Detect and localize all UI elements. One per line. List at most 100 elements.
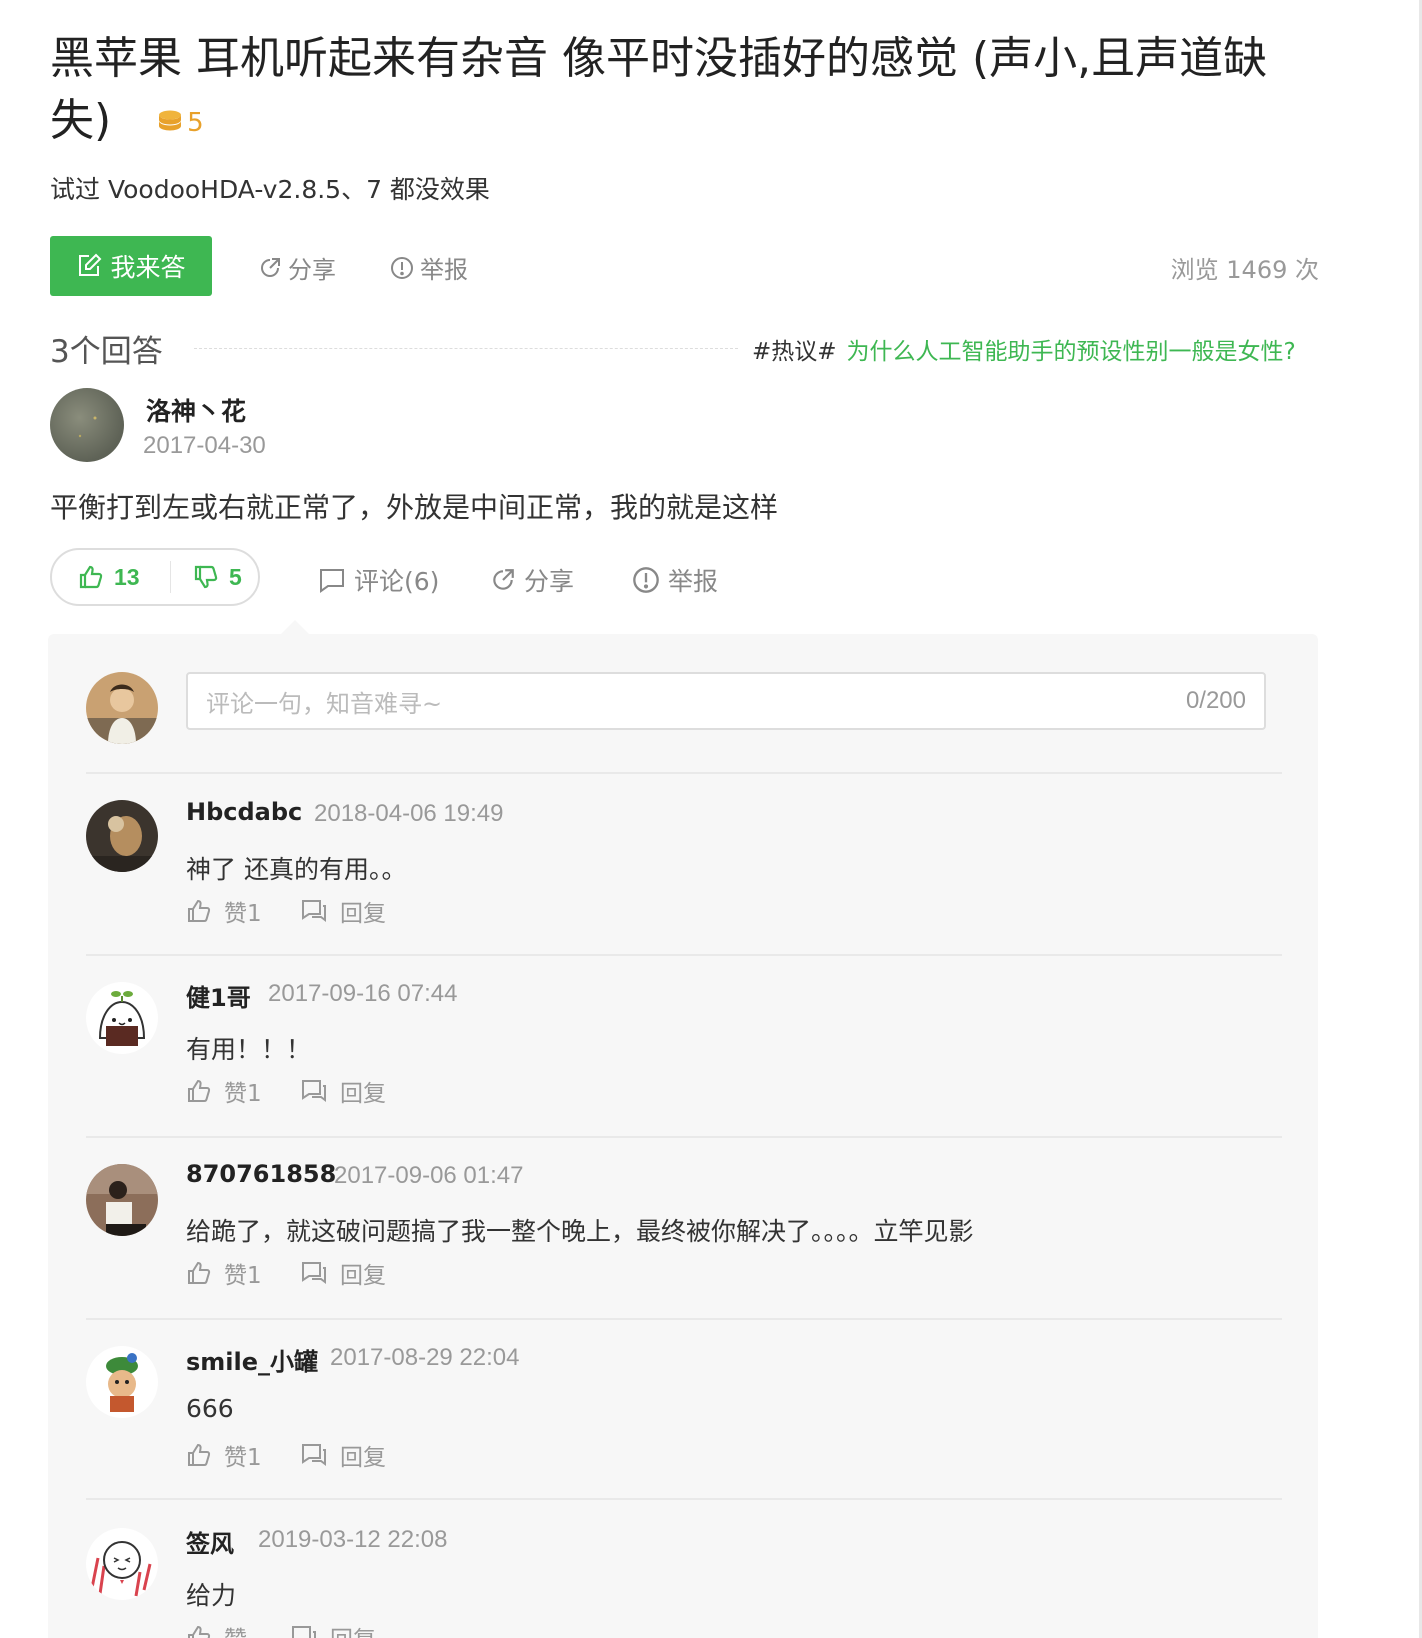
- comment-like-button[interactable]: 赞1: [186, 1074, 262, 1108]
- header-divider: [194, 348, 738, 349]
- answer-author-avatar[interactable]: [50, 388, 124, 462]
- upvote-button[interactable]: 13: [52, 564, 170, 591]
- answer-author-name[interactable]: 洛神丶花: [146, 392, 246, 428]
- share-icon: [261, 257, 280, 277]
- like-label: 赞1: [224, 1081, 262, 1107]
- report-label: 举报: [668, 567, 719, 596]
- hot-tag: #热议#: [752, 339, 837, 365]
- downvote-button[interactable]: 5: [171, 564, 242, 591]
- reply-icon: [302, 1080, 326, 1102]
- comment-text: 给力: [186, 1581, 237, 1610]
- current-user-avatar: [86, 672, 158, 744]
- hot-topic[interactable]: #热议# 为什么人工智能助手的预设性别一般是女性?: [752, 332, 1296, 366]
- reply-icon: [302, 900, 326, 922]
- answer-date: 2017-04-30: [143, 432, 266, 459]
- reply-icon: [292, 1626, 316, 1638]
- comment-author[interactable]: smile_小罐: [186, 1342, 318, 1377]
- comment-text: 666: [186, 1394, 234, 1423]
- answer-body: 平衡打到左或右就正常了，外放是中间正常，我的就是这样: [50, 491, 779, 524]
- comment-divider: [86, 772, 1282, 774]
- share-label: 分享: [288, 256, 336, 284]
- thumbs-up-icon: [188, 899, 211, 922]
- vote-control: 13 5: [50, 548, 260, 606]
- reply-label: 回复: [340, 1263, 386, 1289]
- comment-icon: [320, 569, 344, 593]
- coin-icon: [159, 110, 182, 131]
- reply-label: 回复: [340, 1445, 386, 1471]
- reward-badge: 5: [157, 92, 204, 154]
- question-description: 试过 VoodooHDA-v2.8.5、7 都没效果: [50, 175, 490, 204]
- answer-share-button[interactable]: 分享: [490, 562, 574, 598]
- comment-divider: [86, 954, 1282, 956]
- like-label: 赞1: [224, 1263, 262, 1289]
- comments-button[interactable]: 评论(6): [318, 562, 439, 598]
- view-count: 浏览 1469 次: [1170, 256, 1319, 284]
- comment-like-button[interactable]: 赞: [186, 1620, 247, 1638]
- question-share-button[interactable]: 分享: [258, 250, 336, 285]
- question-title-text: 黑苹果 耳机听起来有杂音 像平时没插好的感觉 (声小,且声道缺失): [50, 33, 1268, 146]
- comment-like-button[interactable]: 赞1: [186, 1256, 262, 1290]
- thumbs-up-icon: [188, 1443, 211, 1466]
- thumbs-up-icon: [188, 1625, 211, 1638]
- edit-icon: [79, 253, 102, 276]
- downvote-count: 5: [229, 563, 242, 590]
- hot-topic-link[interactable]: 为什么人工智能助手的预设性别一般是女性?: [847, 339, 1296, 365]
- comment-text: 神了 还真的有用。。: [186, 855, 407, 884]
- upvote-count: 13: [114, 563, 140, 590]
- comment-divider: [86, 1136, 1282, 1138]
- panel-caret: [281, 620, 309, 634]
- like-label: 赞1: [224, 1445, 262, 1471]
- like-label: 赞: [224, 1620, 247, 1638]
- question-report-button[interactable]: 举报: [390, 250, 468, 285]
- reply-label: 回复: [340, 1081, 386, 1107]
- comment-author[interactable]: 870761858: [186, 1160, 336, 1188]
- report-icon: [391, 256, 413, 279]
- answer-report-button[interactable]: 举报: [632, 562, 718, 598]
- comment-input[interactable]: 评论一句，知音难寻~ 0/200: [186, 672, 1266, 730]
- comment-like-button[interactable]: 赞1: [186, 894, 262, 928]
- thumbs-down-icon: [194, 565, 218, 589]
- comment-author[interactable]: 签风: [186, 1524, 234, 1559]
- thumbs-up-icon: [79, 565, 103, 589]
- comment-placeholder: 评论一句，知音难寻~: [206, 689, 443, 718]
- comment-avatar[interactable]: [86, 1346, 158, 1418]
- reply-icon: [302, 1262, 326, 1284]
- comment-divider: [86, 1318, 1282, 1320]
- comment-reply-button[interactable]: 回复: [300, 1256, 386, 1290]
- comment-text: 给跪了，就这破问题搞了我一整个晚上，最终被你解决了。。。。立竿见影: [186, 1217, 974, 1246]
- comment-char-counter: 0/200: [1185, 687, 1246, 714]
- share-icon: [493, 569, 514, 590]
- question-title: 黑苹果 耳机听起来有杂音 像平时没插好的感觉 (声小,且声道缺失) 5: [50, 28, 1290, 154]
- comment-reply-button[interactable]: 回复: [300, 1438, 386, 1472]
- comment-avatar[interactable]: [86, 800, 158, 872]
- comment-author[interactable]: Hbcdabc: [186, 798, 302, 826]
- report-label: 举报: [420, 256, 468, 284]
- reply-label: 回复: [340, 901, 386, 927]
- comment-text: 有用！！！: [186, 1035, 312, 1064]
- comment-avatar[interactable]: [86, 982, 158, 1054]
- thumbs-up-icon: [188, 1261, 211, 1284]
- comment-time: 2018-04-06 19:49: [314, 800, 504, 827]
- answer-button[interactable]: 我来答: [50, 236, 212, 296]
- thumbs-up-icon: [188, 1079, 211, 1102]
- comment-time: 2017-09-16 07:44: [268, 980, 458, 1007]
- comments-label: 评论(6): [354, 567, 440, 596]
- comment-like-button[interactable]: 赞1: [186, 1438, 262, 1472]
- answer-button-label: 我来答: [110, 253, 186, 282]
- like-label: 赞1: [224, 901, 262, 927]
- comment-avatar[interactable]: [86, 1528, 158, 1600]
- reward-amount: 5: [187, 108, 204, 138]
- reply-icon: [302, 1444, 326, 1466]
- comment-time: 2017-08-29 22:04: [330, 1344, 520, 1371]
- comment-time: 2019-03-12 22:08: [258, 1526, 448, 1553]
- comment-time: 2017-09-06 01:47: [334, 1162, 524, 1189]
- comment-divider: [86, 1498, 1282, 1500]
- comment-author[interactable]: 健1哥: [186, 978, 251, 1013]
- comment-reply-button[interactable]: 回复: [300, 1074, 386, 1108]
- share-label: 分享: [524, 567, 575, 596]
- comment-reply-button[interactable]: 回复: [300, 894, 386, 928]
- report-icon: [633, 567, 659, 593]
- answers-count: 3个回答: [50, 334, 163, 370]
- comment-avatar[interactable]: [86, 1164, 158, 1236]
- comment-reply-button[interactable]: 回复: [290, 1620, 376, 1638]
